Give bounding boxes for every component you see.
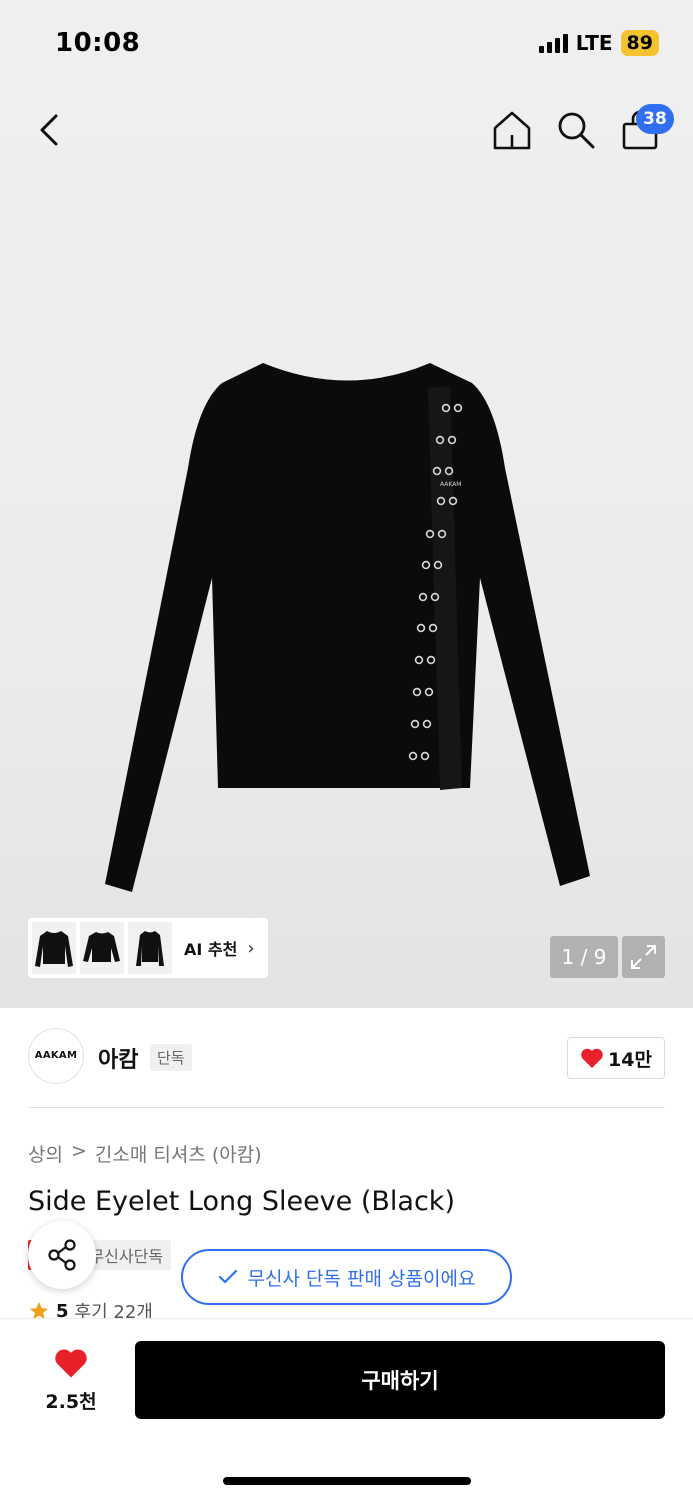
back-icon[interactable] bbox=[30, 110, 70, 150]
home-indicator[interactable] bbox=[223, 1477, 471, 1485]
heart-icon bbox=[55, 1349, 87, 1378]
battery-level: 89 bbox=[620, 30, 659, 56]
cart-count-badge: 38 bbox=[636, 104, 674, 134]
wishlist-count: 2.5천 bbox=[45, 1391, 97, 1413]
network-label: LTE bbox=[575, 31, 613, 55]
brand-row[interactable]: AAKAM 아캄 단독 14만 bbox=[28, 1028, 665, 1086]
heart-icon bbox=[581, 1048, 603, 1068]
product-logo-print: AAKAM bbox=[440, 481, 462, 488]
ai-recommend-label[interactable]: AI 추천 bbox=[184, 936, 237, 960]
divider bbox=[28, 1107, 665, 1108]
expand-icon bbox=[631, 945, 656, 969]
ai-thumbnail[interactable] bbox=[80, 922, 124, 974]
brand-like-button[interactable]: 14만 bbox=[567, 1037, 665, 1079]
ai-recommend-box[interactable]: AI 추천 › bbox=[28, 918, 268, 978]
toast-text: 무신사 단독 판매 상품이에요 bbox=[247, 1267, 476, 1290]
check-icon bbox=[218, 1269, 237, 1284]
ai-thumbnail[interactable] bbox=[32, 922, 76, 974]
brand-logo[interactable]: AAKAM bbox=[28, 1028, 84, 1084]
exclusive-badge: 단독 bbox=[150, 1044, 192, 1071]
breadcrumb-subcategory[interactable]: 긴소매 티셔츠 (아캄) bbox=[95, 1140, 262, 1167]
exclusive-toast: 무신사 단독 판매 상품이에요 bbox=[181, 1249, 512, 1305]
product-title: Side Eyelet Long Sleeve (Black) bbox=[28, 1186, 455, 1217]
breadcrumb-separator: > bbox=[70, 1140, 87, 1162]
search-icon[interactable] bbox=[554, 108, 598, 152]
expand-button[interactable] bbox=[622, 936, 665, 978]
chevron-right-icon: › bbox=[247, 937, 255, 959]
product-image[interactable]: AAKAM bbox=[100, 358, 595, 898]
brand-name[interactable]: 아캄 bbox=[98, 1042, 138, 1074]
brand-like-count: 14만 bbox=[608, 1048, 652, 1071]
product-gallery[interactable]: 38 AAKAM AI 추천 › 1 / 9 bbox=[0, 90, 693, 1008]
bottom-purchase-bar: 2.5천 구매하기 bbox=[0, 1318, 693, 1500]
ai-thumbnail[interactable] bbox=[128, 922, 172, 974]
share-button[interactable] bbox=[28, 1221, 96, 1289]
breadcrumb: 상의 > 긴소매 티셔츠 (아캄) bbox=[28, 1140, 262, 1167]
buy-button[interactable]: 구매하기 bbox=[135, 1341, 665, 1419]
status-time: 10:08 bbox=[55, 28, 141, 58]
wishlist-button[interactable]: 2.5천 bbox=[38, 1347, 104, 1414]
share-icon bbox=[48, 1239, 76, 1271]
home-icon[interactable] bbox=[490, 108, 534, 152]
signal-icon bbox=[538, 33, 568, 53]
breadcrumb-category[interactable]: 상의 bbox=[28, 1140, 63, 1167]
status-bar: 10:08 LTE 89 bbox=[0, 0, 693, 90]
status-indicators: LTE 89 bbox=[538, 30, 659, 56]
image-page-indicator: 1 / 9 bbox=[550, 936, 618, 978]
